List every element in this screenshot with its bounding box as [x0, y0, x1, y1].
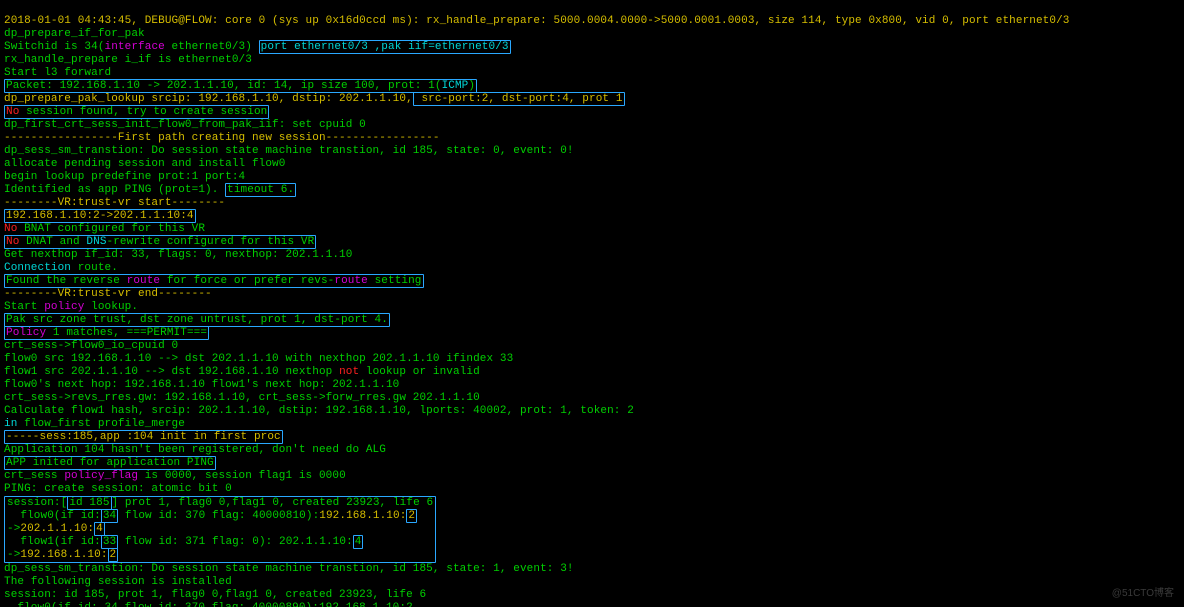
log-line: Packet: 192.168.1.10 -> 202.1.1.10, id: …: [4, 79, 477, 93]
log-line: Connection route.: [4, 262, 118, 274]
log-line: No BNAT configured for this VR: [4, 223, 205, 235]
log-line: dp_sess_sm_transtion: Do session state m…: [4, 563, 574, 575]
log-line: Start l3 forward: [4, 67, 111, 79]
ports-box: src-port:2, dst-port:4, prot 1: [413, 92, 625, 106]
log-line: -----sess:185,app :104 init in first pro…: [4, 430, 283, 444]
log-line: Calculate flow1 hash, srcip: 202.1.1.10,…: [4, 405, 634, 417]
no-session-box: No session found, try to create session: [4, 105, 269, 119]
log-line: APP inited for application PING: [4, 456, 216, 470]
log-line: crt_sess->revs_rres.gw: 192.168.1.10, cr…: [4, 392, 480, 404]
dnat-box: No DNAT and DNS-rewrite configured for t…: [4, 235, 316, 249]
log-line: crt_sess->flow0_io_cpuid 0: [4, 340, 178, 352]
log-line: 192.168.1.10:2->202.1.1.10:4: [4, 209, 196, 223]
log-line: crt_sess policy_flag is 0000, session fl…: [4, 470, 346, 482]
terminal-output: 2018-01-01 04:43:45, DEBUG@FLOW: core 0 …: [0, 0, 1184, 607]
log-line: session: id 185, prot 1, flag0 0,flag1 0…: [4, 589, 426, 601]
log-line: -----------------First path creating new…: [4, 132, 440, 144]
sess-init-box: -----sess:185,app :104 init in first pro…: [4, 430, 283, 444]
log-line: begin lookup predefine prot:1 port:4: [4, 171, 245, 183]
packet-box: Packet: 192.168.1.10 -> 202.1.1.10, id: …: [4, 79, 477, 93]
log-line: in flow_first profile_merge: [4, 418, 185, 430]
flow-box: 192.168.1.10:2->202.1.1.10:4: [4, 209, 196, 223]
log-line: PING: create session: atomic bit 0: [4, 483, 232, 495]
log-line: flow0 src 192.168.1.10 --> dst 202.1.1.1…: [4, 353, 513, 365]
log-line: Start policy lookup.: [4, 301, 138, 313]
log-line: Found the reverse route for force or pre…: [4, 274, 424, 288]
log-line: The following session is installed: [4, 576, 232, 588]
session-block: session:[id 185] prot 1, flag0 0,flag1 0…: [4, 549, 436, 561]
log-line: dp_prepare_if_for_pak: [4, 28, 145, 40]
log-line: allocate pending session and install flo…: [4, 158, 285, 170]
log-line: 2018-01-01 04:43:45, DEBUG@FLOW: core 0 …: [4, 15, 1069, 27]
port-box: port ethernet0/3 ,pak iif=ethernet0/3: [259, 40, 511, 54]
timeout-box: timeout 6.: [225, 183, 296, 197]
log-line: --------VR:trust-vr start--------: [4, 197, 225, 209]
log-line: Application 104 hasn't been registered, …: [4, 444, 386, 456]
log-line: flow0's next hop: 192.168.1.10 flow1's n…: [4, 379, 399, 391]
watermark: @51CTO博客: [1112, 584, 1174, 599]
session-box: session:[id 185] prot 1, flag0 0,flag1 0…: [4, 496, 436, 563]
log-line: flow0(if id: 34 flow id: 370 flag: 40000…: [4, 602, 413, 607]
route-box: Found the reverse route for force or pre…: [4, 274, 424, 288]
app-init-box: APP inited for application PING: [4, 456, 216, 470]
log-line: dp_prepare_pak_lookup srcip: 192.168.1.1…: [4, 92, 625, 106]
policy-box: Policy 1 matches, ===PERMIT===: [4, 326, 209, 340]
log-line: Pak src zone trust, dst zone untrust, pr…: [4, 313, 390, 327]
log-line: Get nexthop if_id: 33, flags: 0, nexthop…: [4, 249, 352, 261]
log-line: --------VR:trust-vr end--------: [4, 288, 212, 300]
log-line: Identified as app PING (prot=1). timeout…: [4, 183, 296, 197]
log-line: No DNAT and DNS-rewrite configured for t…: [4, 235, 316, 249]
log-line: flow1 src 202.1.1.10 --> dst 192.168.1.1…: [4, 366, 480, 378]
log-line: Policy 1 matches, ===PERMIT===: [4, 326, 209, 340]
log-line: dp_first_crt_sess_init_flow0_from_pak_ii…: [4, 119, 366, 131]
log-line: No session found, try to create session: [4, 105, 269, 119]
log-line: dp_sess_sm_transtion: Do session state m…: [4, 145, 574, 157]
log-line: Switchid is 34(interface ethernet0/3) po…: [4, 40, 511, 54]
log-line: rx_handle_prepare i_if is ethernet0/3: [4, 54, 252, 66]
zone-box: Pak src zone trust, dst zone untrust, pr…: [4, 313, 390, 327]
